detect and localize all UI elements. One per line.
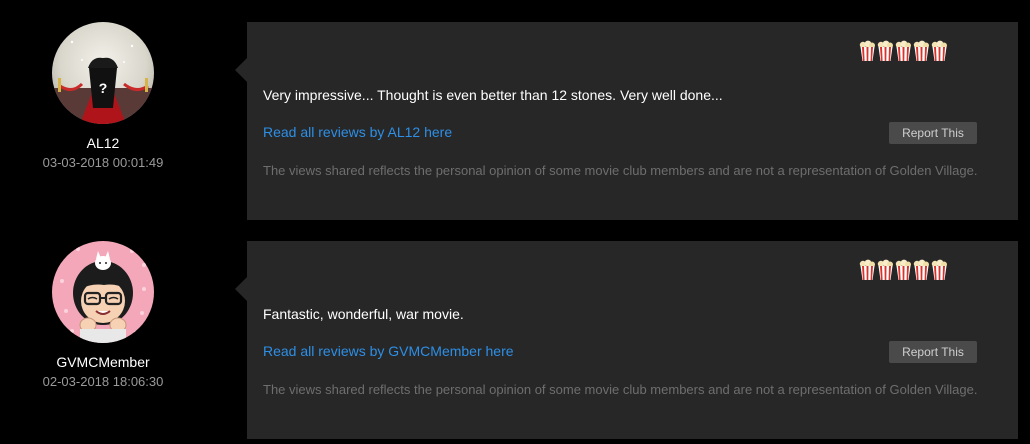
popcorn-rating — [859, 259, 948, 281]
reviewer-info: GVMCMember 02-03-2018 18:06:30 — [20, 241, 186, 390]
read-all-reviews-link[interactable]: Read all reviews by GVMCMember here — [263, 342, 514, 360]
popcorn-icon — [877, 259, 893, 280]
review-disclaimer: The views shared reflects the personal o… — [263, 382, 978, 397]
popcorn-rating — [859, 40, 948, 62]
report-button[interactable]: Report This — [889, 341, 977, 363]
review-item: ? AL12 03-03-2018 00:01:49 Very impressi… — [0, 22, 1030, 220]
mystery-popcorn-avatar-icon[interactable]: ? — [52, 22, 154, 124]
review-comment: Fantastic, wonderful, war movie. — [263, 306, 464, 322]
popcorn-icon — [931, 259, 947, 280]
reviewer-info: ? AL12 03-03-2018 00:01:49 — [20, 22, 186, 171]
review-card: Very impressive... Thought is even bette… — [235, 22, 1018, 220]
popcorn-icon — [931, 40, 947, 61]
read-all-reviews-link[interactable]: Read all reviews by AL12 here — [263, 123, 452, 141]
review-comment: Very impressive... Thought is even bette… — [263, 87, 723, 103]
svg-text:?: ? — [99, 80, 108, 96]
popcorn-icon — [913, 40, 929, 61]
popcorn-icon — [895, 259, 911, 280]
cartoon-member-avatar-icon[interactable] — [52, 241, 154, 343]
review-disclaimer: The views shared reflects the personal o… — [263, 163, 978, 178]
popcorn-icon — [859, 259, 875, 280]
popcorn-icon — [913, 259, 929, 280]
popcorn-icon — [877, 40, 893, 61]
popcorn-icon — [859, 40, 875, 61]
popcorn-icon — [895, 40, 911, 61]
reviewer-username: GVMCMember — [56, 354, 150, 370]
review-item: GVMCMember 02-03-2018 18:06:30 Fantastic… — [0, 241, 1030, 439]
reviewer-username: AL12 — [86, 135, 120, 151]
review-card: Fantastic, wonderful, war movie. Read al… — [235, 241, 1018, 439]
review-timestamp: 02-03-2018 18:06:30 — [42, 374, 164, 389]
report-button[interactable]: Report This — [889, 122, 977, 144]
review-timestamp: 03-03-2018 00:01:49 — [42, 155, 164, 170]
